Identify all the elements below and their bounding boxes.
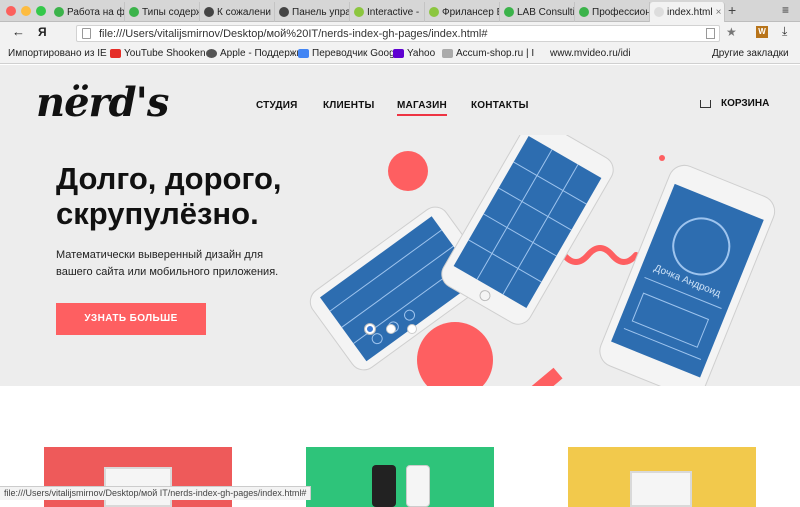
bookmark-translate[interactable]: Переводчик Goog	[298, 48, 395, 59]
tab-favicon-icon	[579, 7, 589, 17]
tab-label: LAB Consultir	[517, 6, 575, 18]
hero-title: Долго, дорого, скрупулёзно.	[56, 161, 282, 231]
hero-section: nërd's СТУДИЯ КЛИЕНТЫ МАГАЗИН КОНТАКТЫ К…	[0, 65, 800, 386]
site-logo[interactable]: nërd's	[36, 79, 169, 126]
address-bar: ← Я file:///Users/vitalijsmirnov/Desktop…	[0, 22, 800, 44]
tab-favicon-icon	[204, 7, 214, 17]
close-tab-icon[interactable]: ×	[716, 7, 722, 18]
browser-tab[interactable]: К сожалени	[200, 2, 275, 22]
extension-icon[interactable]: W	[756, 26, 768, 38]
bookmark-accum[interactable]: Accum-shop.ru | I	[442, 48, 534, 59]
bookmark-label: www.mvideo.ru/idi	[550, 48, 631, 59]
bookmark-label: YouTube Shooken	[124, 48, 206, 59]
slider-dot-1[interactable]	[365, 324, 375, 334]
minimize-window-button[interactable]	[21, 6, 31, 16]
reader-icon[interactable]	[706, 28, 715, 39]
youtube-icon	[110, 49, 121, 58]
page-info-icon[interactable]	[82, 28, 91, 39]
nav-clients[interactable]: КЛИЕНТЫ	[323, 100, 375, 111]
bookmarks-bar: Импортировано из IE▾ YouTube Shooken App…	[0, 44, 800, 64]
feature-card-mobile[interactable]	[306, 447, 494, 507]
browser-tab[interactable]: index.html ×	[650, 2, 725, 22]
hero-illustration: Дочка Андроид	[309, 135, 776, 386]
bookmark-yahoo[interactable]: Yahoo	[393, 48, 435, 59]
phone-icon	[406, 465, 430, 507]
url-text: file:///Users/vitalijsmirnov/Desktop/мой…	[99, 28, 488, 40]
phone-right: Дочка Андроид	[599, 164, 776, 386]
bookmark-youtube[interactable]: YouTube Shooken	[110, 48, 206, 59]
tab-label: Фрилансер В	[442, 6, 500, 18]
slider-dot-3[interactable]	[407, 324, 417, 334]
tab-label: Типы содерж	[142, 6, 200, 18]
status-bar: file:///Users/vitalijsmirnov/Desktop/мой…	[0, 486, 312, 500]
bookmark-label: Переводчик Goog	[312, 48, 395, 59]
tab-label: index.html	[667, 6, 713, 18]
tab-favicon-icon	[54, 7, 64, 17]
cart-label: КОРЗИНА	[721, 98, 770, 109]
new-tab-button[interactable]: +	[728, 2, 736, 18]
other-bookmarks-label: Другие закладки	[712, 48, 789, 59]
browser-menu-icon[interactable]: ≡	[782, 3, 789, 17]
download-icon[interactable]: ⤓	[782, 24, 787, 39]
tab-favicon-icon	[504, 7, 514, 17]
other-bookmarks[interactable]: Другие закладки	[712, 48, 789, 59]
decor-circle-large	[417, 322, 493, 386]
nav-contacts[interactable]: КОНТАКТЫ	[471, 100, 529, 111]
browser-tab[interactable]: Типы содерж	[125, 2, 200, 22]
learn-more-button[interactable]: УЗНАТЬ БОЛЬШЕ	[56, 303, 206, 335]
tab-favicon-icon	[429, 7, 439, 17]
tab-label: Панель управ	[292, 6, 350, 18]
yahoo-icon	[393, 49, 404, 58]
translate-icon	[298, 49, 309, 58]
browser-tab[interactable]: LAB Consultir	[500, 2, 575, 22]
apple-icon	[206, 49, 217, 58]
window-controls	[6, 6, 46, 16]
tab-label: Работа на фр	[67, 6, 125, 18]
page-icon	[442, 49, 453, 58]
decor-bar-small	[527, 367, 563, 386]
tab-favicon-icon	[129, 7, 139, 17]
browser-tab-bar: Работа на фр Типы содерж К сожалени Панель …	[0, 0, 800, 22]
tab-favicon-icon	[354, 7, 364, 17]
bookmark-label: Импортировано из IE	[8, 48, 107, 59]
bookmark-label: Accum-shop.ru | I	[456, 48, 535, 59]
cart-link[interactable]: КОРЗИНА	[700, 98, 769, 109]
browser-tab[interactable]: Фрилансер В	[425, 2, 500, 22]
bookmark-star-icon[interactable]: ★	[726, 25, 737, 39]
browser-tab[interactable]: Профессиона	[575, 2, 650, 22]
tab-label: Interactive -	[367, 6, 420, 18]
bookmark-imported[interactable]: Импортировано из IE▾	[8, 48, 115, 59]
yandex-icon[interactable]: Я	[38, 25, 47, 39]
tab-label: К сожалени	[217, 6, 271, 18]
bookmark-label: Apple - Поддержк	[220, 48, 301, 59]
tab-strip: Работа на фр Типы содерж К сожалени Панель …	[50, 2, 725, 22]
browser-tab[interactable]: Работа на фр	[50, 2, 125, 22]
url-input[interactable]: file:///Users/vitalijsmirnov/Desktop/мой…	[76, 25, 720, 42]
tab-favicon-icon	[279, 7, 289, 17]
cart-icon	[700, 99, 711, 108]
features-section	[0, 386, 800, 507]
nav-studio[interactable]: СТУДИЯ	[256, 100, 298, 111]
decor-dot	[659, 155, 665, 161]
tab-favicon-icon	[654, 7, 664, 17]
maximize-window-button[interactable]	[36, 6, 46, 16]
browser-tab[interactable]: Interactive -	[350, 2, 425, 22]
slider-dot-2[interactable]	[386, 324, 396, 334]
bookmark-label: Yahoo	[407, 48, 436, 59]
feature-card-analytics[interactable]	[568, 447, 756, 507]
slider-dots	[365, 324, 417, 334]
phone-icon	[372, 465, 396, 507]
hero-text: Математически выверенный дизайн для ваше…	[56, 249, 279, 278]
back-arrow-icon[interactable]: ←	[12, 24, 25, 39]
browser-tab[interactable]: Панель управ	[275, 2, 350, 22]
close-window-button[interactable]	[6, 6, 16, 16]
nav-shop[interactable]: МАГАЗИН	[397, 100, 447, 116]
decor-circle-small	[388, 151, 428, 191]
bookmark-apple[interactable]: Apple - Поддержк	[206, 48, 301, 59]
chart-icon	[630, 471, 692, 507]
tab-label: Профессиона	[592, 6, 650, 18]
bookmark-mvideo[interactable]: www.mvideo.ru/idi	[550, 48, 631, 59]
